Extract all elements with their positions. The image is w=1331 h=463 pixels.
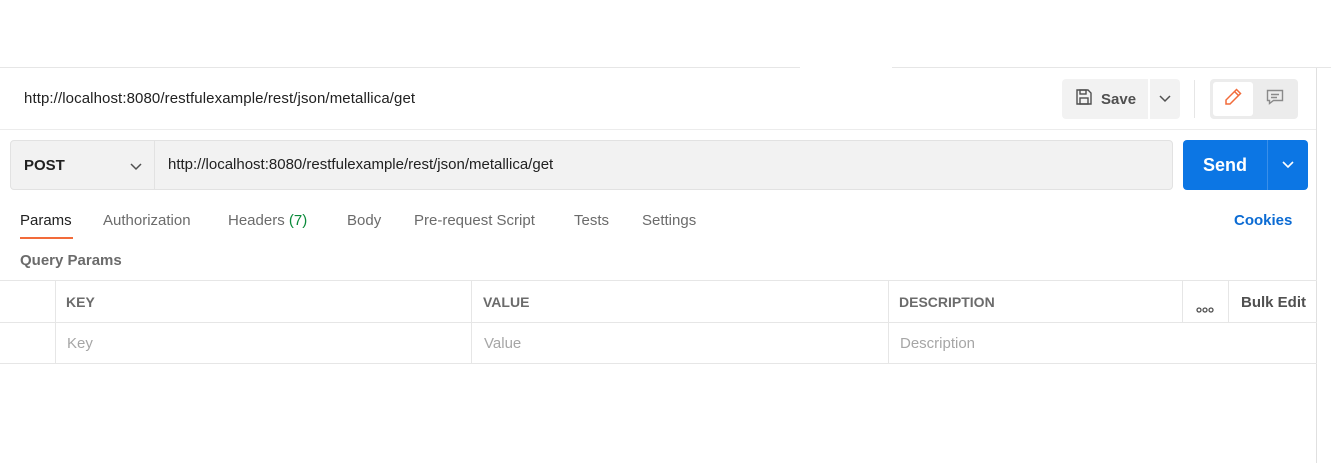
column-divider xyxy=(55,323,56,363)
column-header-description: DESCRIPTION xyxy=(899,294,995,310)
request-header: http://localhost:8080/restfulexample/res… xyxy=(0,68,1316,130)
chevron-down-icon xyxy=(1282,156,1294,174)
tab-strip xyxy=(0,0,1331,68)
active-tab-underline xyxy=(20,237,73,239)
description-input[interactable]: Description xyxy=(900,335,975,352)
tab-headers[interactable]: Headers (7) xyxy=(228,212,307,229)
table-row: Key Value Description xyxy=(0,323,1317,364)
send-options-button[interactable] xyxy=(1267,140,1308,190)
column-divider xyxy=(55,281,56,322)
view-mode-toggle xyxy=(1210,79,1298,119)
tab-authorization[interactable]: Authorization xyxy=(103,212,191,229)
column-divider xyxy=(888,323,889,363)
bulk-edit-button[interactable]: Bulk Edit xyxy=(1241,294,1306,311)
method-select[interactable]: POST xyxy=(11,141,155,189)
column-divider xyxy=(471,323,472,363)
request-title[interactable]: http://localhost:8080/restfulexample/res… xyxy=(24,90,415,107)
tab-headers-label: Headers xyxy=(228,212,285,229)
toolbar-divider xyxy=(1194,80,1195,118)
key-input[interactable]: Key xyxy=(67,335,93,352)
url-input[interactable]: http://localhost:8080/restfulexample/res… xyxy=(168,156,553,173)
more-horizontal-icon[interactable] xyxy=(1196,300,1214,318)
edit-mode-button[interactable] xyxy=(1213,82,1253,116)
column-divider xyxy=(888,281,889,322)
request-tabs: Params Authorization Headers (7) Body Pr… xyxy=(0,204,1316,242)
pencil-icon xyxy=(1223,87,1243,112)
query-params-title: Query Params xyxy=(20,252,122,269)
method-value: POST xyxy=(24,156,65,174)
column-divider xyxy=(1228,281,1229,322)
column-header-key: KEY xyxy=(66,294,95,310)
save-options-button[interactable] xyxy=(1150,79,1180,119)
query-params-table: KEY VALUE DESCRIPTION Bulk Edit Key Valu… xyxy=(0,280,1317,364)
save-button-group: Save xyxy=(1062,79,1180,119)
column-divider xyxy=(1182,281,1183,322)
send-button-group: Send xyxy=(1183,140,1308,190)
save-button[interactable]: Save xyxy=(1062,79,1148,119)
comments-mode-button[interactable] xyxy=(1255,82,1295,116)
send-button[interactable]: Send xyxy=(1183,140,1267,190)
pane-divider xyxy=(1316,68,1317,463)
save-icon xyxy=(1075,88,1093,110)
column-header-value: VALUE xyxy=(483,294,530,310)
request-url-bar: POST http://localhost:8080/restfulexampl… xyxy=(10,140,1173,190)
save-label: Save xyxy=(1101,90,1137,108)
tab-settings[interactable]: Settings xyxy=(642,212,696,229)
value-input[interactable]: Value xyxy=(484,335,521,352)
cookies-link[interactable]: Cookies xyxy=(1234,212,1292,229)
chevron-down-icon xyxy=(1159,90,1171,108)
chevron-down-icon xyxy=(130,158,142,175)
headers-count-badge: (7) xyxy=(288,212,308,229)
table-header-row: KEY VALUE DESCRIPTION Bulk Edit xyxy=(0,280,1317,323)
tab-body[interactable]: Body xyxy=(347,212,381,229)
tab-params[interactable]: Params xyxy=(20,212,72,229)
tab-pre-request-script[interactable]: Pre-request Script xyxy=(414,212,535,229)
tab-tests[interactable]: Tests xyxy=(574,212,609,229)
comment-icon xyxy=(1265,87,1285,112)
column-divider xyxy=(471,281,472,322)
